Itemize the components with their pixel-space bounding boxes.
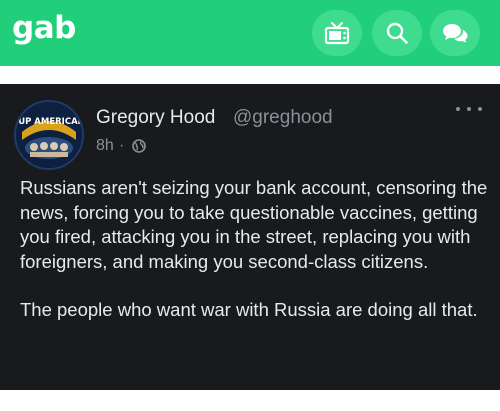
post-paragraph: Russians aren't seizing your bank accoun… <box>20 177 488 272</box>
chat-icon <box>443 24 468 43</box>
gab-logo[interactable]: gab <box>12 10 76 46</box>
avatar-image: WAKING UP AMERICAN DREAM <box>16 102 82 168</box>
more-icon-dot <box>456 107 460 111</box>
post-card: WAKING UP AMERICAN DREAM Gregory Hood @g… <box>0 84 500 390</box>
more-icon-dot <box>467 107 471 111</box>
avatar-text-line1: WAKING UP AMERICAN DREAM <box>16 117 82 127</box>
post-body: Russians aren't seizing your bank accoun… <box>20 176 490 323</box>
author-avatar[interactable]: WAKING UP AMERICAN DREAM <box>14 100 84 170</box>
meta-separator: · <box>119 137 125 154</box>
tv-icon <box>324 22 350 45</box>
chat-button[interactable] <box>430 10 480 56</box>
header-spacer <box>0 66 500 84</box>
bottom-spacer <box>0 390 500 411</box>
author-name[interactable]: Gregory Hood <box>96 107 215 129</box>
more-options-button[interactable] <box>456 102 482 116</box>
post-paragraph: The people who want war with Russia are … <box>20 299 478 321</box>
more-icon-dot <box>478 107 482 111</box>
author-handle[interactable]: @greghood <box>233 107 333 129</box>
search-button[interactable] <box>372 10 422 56</box>
search-icon <box>386 22 408 44</box>
globe-icon <box>132 139 146 153</box>
top-navigation-bar: gab <box>0 0 500 66</box>
post-timestamp[interactable]: 8h <box>96 137 114 155</box>
tv-button[interactable] <box>312 10 362 56</box>
